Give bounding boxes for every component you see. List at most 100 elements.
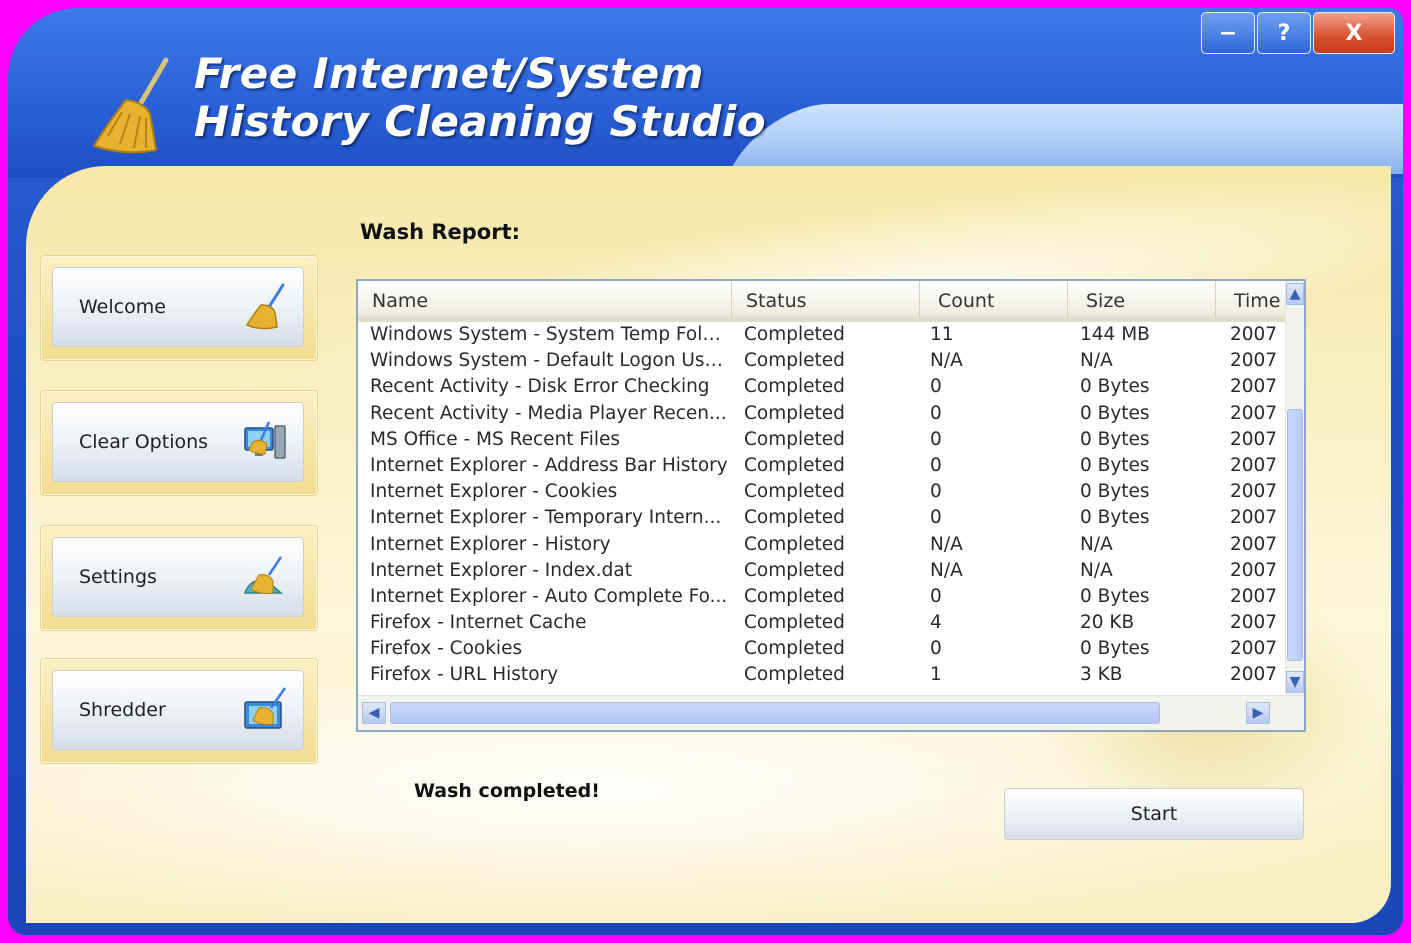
cell-time: 2007 [1230,664,1278,686]
cell-time: 2007 [1230,585,1278,607]
table-row[interactable]: Internet Explorer - Auto Complete Fo... … [358,584,1288,610]
title-swoosh-decoration [728,104,1403,174]
table-row[interactable]: Firefox - URL History Completed 1 3 KB 2… [358,662,1288,688]
cell-count: 0 [930,454,942,476]
table-row[interactable]: Firefox - Cookies Completed 0 0 Bytes 20… [358,636,1288,662]
cell-count: N/A [930,533,963,555]
cell-name: Recent Activity - Disk Error Checking [370,376,710,398]
scroll-left-icon[interactable]: ◀ [362,702,386,724]
cell-status: Completed [744,376,845,398]
cell-name: Internet Explorer - Index.dat [370,559,632,581]
nav-frame-welcome: Welcome [40,255,318,361]
cell-status: Completed [744,454,845,476]
cell-name: Internet Explorer - Auto Complete Fo... [370,585,728,607]
vertical-scroll-thumb[interactable] [1287,409,1303,661]
cell-time: 2007 [1230,454,1278,476]
cell-time: 2007 [1230,559,1278,581]
broom-icon [245,283,285,330]
cell-status: Completed [744,664,845,686]
cell-time: 2007 [1230,507,1278,529]
cell-name: Internet Explorer - Address Bar History [370,454,728,476]
cell-size: N/A [1080,350,1113,372]
cell-size: 0 Bytes [1080,454,1150,476]
cell-count: 0 [930,481,942,503]
broom-logo-icon [92,57,169,154]
horizontal-scrollbar[interactable]: ◀ ▶ [358,695,1304,730]
cell-name: Recent Activity - Media Player Recen... [370,402,727,424]
wash-report-label: Wash Report: [360,220,521,244]
table-row[interactable]: Internet Explorer - Cookies Completed 0 … [358,479,1288,505]
cell-status: Completed [744,638,845,660]
cell-size: 0 Bytes [1080,376,1150,398]
cell-count: 11 [930,324,954,345]
cell-name: Internet Explorer - Cookies [370,481,618,503]
scroll-down-icon[interactable]: ▼ [1286,671,1304,693]
cell-name: Internet Explorer - Temporary Intern... [370,507,722,529]
cell-size: N/A [1080,533,1113,555]
cell-count: 0 [930,638,942,660]
cell-count: 1 [930,664,942,686]
vertical-scrollbar[interactable]: ▲ ▼ [1285,281,1304,695]
cell-status: Completed [744,612,845,634]
start-button[interactable]: Start [1004,788,1304,840]
table-row[interactable]: Recent Activity - Disk Error Checking Co… [358,374,1288,400]
nav-frame-shredder: Shredder [40,658,318,764]
cell-time: 2007 [1230,533,1278,555]
table-row[interactable]: Recent Activity - Media Player Recen... … [358,401,1288,427]
table-row[interactable]: Internet Explorer - History Completed N/… [358,532,1288,558]
cell-name: Internet Explorer - History [370,533,611,555]
table-row[interactable]: Internet Explorer - Address Bar History … [358,453,1288,479]
settings-broom-icon [243,556,284,594]
nav-frame-settings: Settings [40,525,318,631]
cell-name: Firefox - URL History [370,664,559,686]
cell-name: Windows System - System Temp Folder [370,324,730,345]
nav-welcome-label: Welcome [79,296,166,318]
cell-size: 0 Bytes [1080,507,1150,529]
nav-frame-clear-options: Clear Options [40,390,318,496]
cell-count: 0 [930,507,942,529]
horizontal-scroll-thumb[interactable] [390,702,1160,724]
table-row[interactable]: Internet Explorer - Index.dat Completed … [358,558,1288,584]
scroll-right-icon[interactable]: ▶ [1246,702,1270,724]
column-header-name[interactable]: Name [358,281,732,319]
cell-size: N/A [1080,559,1113,581]
column-header-count[interactable]: Count [920,281,1068,319]
nav-clear-options-label: Clear Options [79,431,209,453]
computer-broom-icon [244,421,286,459]
nav-shredder-button[interactable]: Shredder [52,670,304,750]
cell-size: 0 Bytes [1080,402,1150,424]
close-button[interactable]: X [1313,12,1395,54]
cell-count: 0 [930,585,942,607]
window-controls: − ? X [1201,12,1395,54]
table-row[interactable]: MS Office - MS Recent Files Completed 0 … [358,427,1288,453]
cell-size: 0 Bytes [1080,481,1150,503]
cell-size: 0 Bytes [1080,638,1150,660]
table-row[interactable]: Firefox - Internet Cache Completed 4 20 … [358,610,1288,636]
table-row[interactable]: Internet Explorer - Temporary Intern... … [358,505,1288,531]
nav-welcome-button[interactable]: Welcome [52,267,304,347]
column-header-size[interactable]: Size [1068,281,1216,319]
nav-settings-label: Settings [79,566,157,588]
nav-clear-options-button[interactable]: Clear Options [52,402,304,482]
shredder-broom-icon [244,687,287,729]
column-header-status[interactable]: Status [732,281,920,319]
cell-name: Firefox - Cookies [370,638,523,660]
help-button[interactable]: ? [1257,12,1311,54]
nav-settings-button[interactable]: Settings [52,537,304,617]
cell-count: 0 [930,376,942,398]
column-header-time[interactable]: Time [1216,281,1288,319]
table-row[interactable]: Windows System - Default Logon Use... Co… [358,348,1288,374]
cell-time: 2007 [1230,350,1278,372]
cell-time: 2007 [1230,402,1278,424]
cell-time: 2007 [1230,481,1278,503]
listview-body: Windows System - System Temp Folder Comp… [358,322,1288,689]
scroll-up-icon[interactable]: ▲ [1286,283,1304,305]
cell-count: 4 [930,612,942,634]
app-title-line2: History Cleaning Studio [194,97,767,146]
wash-report-listview[interactable]: Name Status Count Size Time Windows Syst… [356,279,1306,732]
cell-time: 2007 [1230,612,1278,634]
listview-header: Name Status Count Size Time [358,281,1288,322]
cell-name: MS Office - MS Recent Files [370,428,621,450]
table-row[interactable]: Windows System - System Temp Folder Comp… [358,322,1288,348]
minimize-button[interactable]: − [1201,12,1255,54]
